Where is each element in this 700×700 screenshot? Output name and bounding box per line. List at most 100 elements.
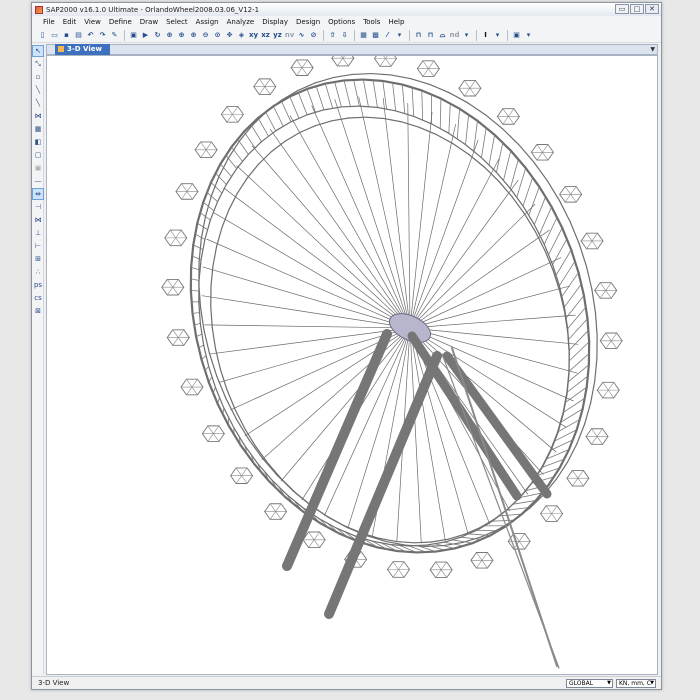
refresh-icon[interactable]: ✎: [109, 30, 120, 41]
draw-section-cut-icon[interactable]: —: [33, 176, 43, 186]
shell-icon[interactable]: ⌓: [437, 30, 448, 41]
open-folder-icon[interactable]: ▭: [49, 30, 60, 41]
view-yz-button[interactable]: yz: [272, 30, 283, 41]
minimize-button[interactable]: ▭: [615, 4, 629, 14]
draw-rect-area-icon[interactable]: ▢: [33, 150, 43, 160]
redo-icon[interactable]: ↷: [97, 30, 108, 41]
zoom-in-icon[interactable]: ⊕: [188, 30, 199, 41]
truss-member: [567, 364, 590, 383]
units-select[interactable]: KN, mm, C ▼: [616, 679, 656, 688]
snap-perpendicular-icon[interactable]: ⊥: [33, 228, 43, 238]
show-undeformed-icon[interactable]: ▦: [358, 30, 369, 41]
draw-secondary-beams-icon[interactable]: ▦: [33, 124, 43, 134]
rotate-icon[interactable]: ↻: [152, 30, 163, 41]
tab-3d-view[interactable]: 3-D View: [55, 44, 110, 55]
chevron-down-icon[interactable]: ▼: [650, 45, 655, 54]
down-arrow-icon[interactable]: ⇩: [339, 30, 350, 41]
section-designer-icon[interactable]: I: [480, 30, 491, 41]
menu-tools[interactable]: Tools: [359, 18, 384, 26]
maximize-button[interactable]: □: [630, 4, 644, 14]
menu-view[interactable]: View: [80, 18, 105, 26]
clear-selection-icon[interactable]: cs: [33, 293, 43, 303]
chevron-down-icon[interactable]: ▾: [461, 30, 472, 41]
menu-edit[interactable]: Edit: [59, 18, 81, 26]
capsule-frame: [403, 569, 410, 578]
color-display-icon[interactable]: ▣: [511, 30, 522, 41]
view-window-icon: [58, 46, 64, 52]
nd-label-icon[interactable]: nd: [449, 30, 460, 41]
menu-draw[interactable]: Draw: [136, 18, 162, 26]
capsule-frame: [597, 240, 604, 250]
truss-member: [392, 82, 397, 112]
intersecting-line-select-icon[interactable]: ⊠: [33, 306, 43, 316]
draw-solid-icon[interactable]: ▣: [33, 163, 43, 173]
menu-assign[interactable]: Assign: [192, 18, 223, 26]
snap-intersections-icon[interactable]: ⋈: [33, 215, 43, 225]
rim-segment: [258, 151, 272, 165]
menu-select[interactable]: Select: [162, 18, 192, 26]
select-all-icon[interactable]: ∴: [33, 267, 43, 277]
new-file-icon[interactable]: ▯: [37, 30, 48, 41]
draw-braces-icon[interactable]: ⋈: [33, 111, 43, 121]
quick-draw-frame-icon[interactable]: ╲: [33, 98, 43, 108]
menu-help[interactable]: Help: [384, 18, 408, 26]
spoke: [382, 97, 411, 329]
run-analysis-icon[interactable]: ▶: [140, 30, 151, 41]
zoom-previous-icon[interactable]: ⊙: [212, 30, 223, 41]
reshape-icon[interactable]: ⤡: [33, 59, 43, 69]
frame-section-icon[interactable]: ⊓: [413, 30, 424, 41]
capsule-frame: [536, 144, 543, 153]
view-xz-button[interactable]: xz: [260, 30, 271, 41]
display-options-icon[interactable]: ⁄: [382, 30, 393, 41]
chevron-down-icon[interactable]: ▾: [492, 30, 503, 41]
capsule-frame: [237, 106, 244, 115]
capsule-frame: [194, 141, 202, 151]
capsule-frame: [213, 425, 220, 434]
snap-joints-icon[interactable]: ⇹: [32, 188, 44, 200]
menu-design[interactable]: Design: [292, 18, 324, 26]
up-arrow-icon[interactable]: ⇧: [327, 30, 338, 41]
draw-frame-icon[interactable]: ╲: [33, 85, 43, 95]
chevron-down-icon[interactable]: ▾: [394, 30, 405, 41]
get-previous-selection-icon[interactable]: ps: [33, 280, 43, 290]
view-3d-icon[interactable]: ◈: [236, 30, 247, 41]
capsule-frame: [597, 232, 604, 242]
rubberband-zoom-icon[interactable]: ⊕: [164, 30, 175, 41]
frame-icon[interactable]: ⊓: [425, 30, 436, 41]
close-button[interactable]: ✕: [645, 4, 659, 14]
zoom-out-icon[interactable]: ⊖: [200, 30, 211, 41]
chevron-down-icon[interactable]: ▾: [523, 30, 534, 41]
menu-file[interactable]: File: [39, 18, 59, 26]
menu-options[interactable]: Options: [324, 18, 359, 26]
snap-ends-icon[interactable]: ⊣: [33, 202, 43, 212]
capsule-frame: [607, 382, 615, 391]
capsule-frame: [264, 511, 271, 520]
view-xy-button[interactable]: xy: [248, 30, 259, 41]
menu-define[interactable]: Define: [105, 18, 136, 26]
model-viewport[interactable]: [46, 55, 658, 675]
snap-lines-icon[interactable]: ⊢: [33, 241, 43, 251]
restore-view-icon[interactable]: ⊕: [176, 30, 187, 41]
draw-joint-icon[interactable]: ▫: [33, 72, 43, 82]
rim-segment: [332, 73, 353, 79]
menu-analyze[interactable]: Analyze: [223, 18, 259, 26]
truss-member: [297, 92, 308, 116]
show-deformed-icon[interactable]: ▩: [370, 30, 381, 41]
rim-segment: [226, 388, 236, 410]
undo-icon[interactable]: ↶: [85, 30, 96, 41]
menu-display[interactable]: Display: [258, 18, 292, 26]
save-icon[interactable]: ▪: [61, 30, 72, 41]
draw-poly-area-icon[interactable]: ◧: [33, 137, 43, 147]
pointer-select-icon[interactable]: ↖: [32, 45, 44, 57]
rim-segment: [370, 72, 392, 76]
view-nv-button[interactable]: nv: [284, 30, 295, 41]
coordinate-system-select[interactable]: GLOBAL ▼: [566, 679, 613, 688]
pan-icon[interactable]: ✥: [224, 30, 235, 41]
print-icon[interactable]: ▤: [73, 30, 84, 41]
capsule-frame: [307, 67, 314, 76]
truss-member: [190, 289, 200, 292]
perspective-icon[interactable]: ∿: [296, 30, 307, 41]
element-shrink-icon[interactable]: ⊘: [308, 30, 319, 41]
lock-icon[interactable]: ▣: [128, 30, 139, 41]
snap-fine-grid-icon[interactable]: ⊞: [33, 254, 43, 264]
